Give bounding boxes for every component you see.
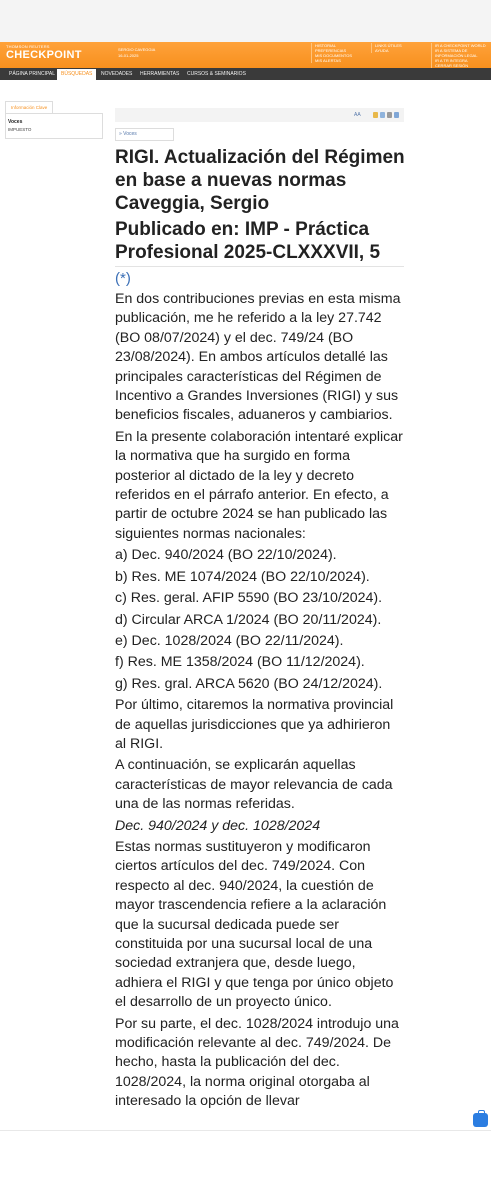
- list-item: d) Circular ARCA 1/2024 (BO 20/11/2024).: [115, 611, 382, 628]
- email-icon[interactable]: [394, 112, 399, 118]
- list-item: f) Res. ME 1358/2024 (BO 11/12/2024).: [115, 654, 365, 671]
- link-mis-alertas[interactable]: MIS ALERTAS: [315, 58, 369, 63]
- nav-busquedas[interactable]: BÚSQUEDAS: [57, 69, 97, 80]
- document-icon[interactable]: [380, 112, 385, 118]
- font-size-control[interactable]: AA: [354, 112, 361, 118]
- brand-logo[interactable]: CHECKPOINT: [6, 49, 82, 61]
- paragraph: En la presente colaboración intentaré ex…: [115, 428, 403, 542]
- user-date: 16-01-2025: [118, 53, 139, 58]
- paragraph: A continuación, se explicarán aquellas c…: [115, 757, 393, 813]
- voces-link[interactable]: » Voces: [119, 131, 137, 137]
- paragraph: Por su parte, el dec. 1028/2024 introduj…: [115, 1015, 399, 1110]
- section-heading: Dec. 940/2024 y dec. 1028/2024: [115, 817, 321, 834]
- list-item: c) Res. geral. AFIP 5590 (BO 23/10/2024)…: [115, 590, 383, 607]
- main-nav: PÁGINA PRINCIPAL BÚSQUEDAS NOVEDADES HER…: [0, 68, 491, 80]
- info-value[interactable]: IMPUESTO: [8, 127, 100, 132]
- list-item: e) Dec. 1028/2024 (BO 22/11/2024).: [115, 632, 344, 649]
- article-title: RIGI. Actualización del Régimen en base …: [115, 147, 405, 214]
- article-body: En dos contribuciones previas en esta mi…: [115, 290, 405, 1114]
- header-links-col1: HISTORIAL PREFERENCIAS MIS DOCUMENTOS MI…: [311, 43, 369, 63]
- info-heading: Voces: [8, 119, 23, 125]
- paragraph: Por último, citaremos la normativa provi…: [115, 697, 394, 752]
- save-icon[interactable]: [373, 112, 378, 118]
- list-item: b) Res. ME 1074/2024 (BO 22/10/2024).: [115, 568, 370, 585]
- briefcase-icon[interactable]: [473, 1110, 488, 1127]
- tab-informacion-clave[interactable]: Información Clave: [5, 101, 54, 113]
- nav-cursos-seminarios[interactable]: CURSOS & SEMINARIOS: [187, 68, 246, 80]
- user-info: SERGIO CAVEGGIA 16-01-2025: [118, 47, 155, 59]
- nav-novedades[interactable]: NOVEDADES: [101, 68, 132, 80]
- nav-pagina-principal[interactable]: PÁGINA PRINCIPAL: [9, 68, 55, 80]
- paragraph: Estas normas sustituyeron y modificaron …: [115, 838, 394, 1011]
- brand-header: THOMSON REUTERS CHECKPOINT SERGIO CAVEGG…: [0, 42, 491, 68]
- article-publication: Publicado en: IMP - Práctica Profesional…: [115, 219, 381, 263]
- voces-box: » Voces: [115, 128, 174, 141]
- print-icon[interactable]: [387, 112, 392, 118]
- footnote-link[interactable]: (*): [115, 269, 131, 288]
- list-item: a) Dec. 940/2024 (BO 22/10/2024).: [115, 547, 337, 564]
- document-toolbar: AA: [115, 108, 404, 122]
- paragraph: En dos contribuciones previas en esta mi…: [115, 291, 401, 424]
- title-divider: [115, 266, 404, 267]
- header-links-col2: LINKS ÚTILES AYUDA: [371, 43, 429, 53]
- browser-top-area: [0, 0, 491, 42]
- blank-area: [0, 1131, 491, 1200]
- info-panel: Voces IMPUESTO: [5, 113, 103, 139]
- header-links-col3: IR A CHECKPOINT WORLD IR A SISTEMA DE IN…: [431, 43, 489, 68]
- nav-herramientas[interactable]: HERRAMIENTAS: [140, 68, 179, 80]
- list-item: g) Res. gral. ARCA 5620 (BO 24/12/2024).: [115, 675, 383, 692]
- link-ayuda[interactable]: AYUDA: [375, 48, 429, 53]
